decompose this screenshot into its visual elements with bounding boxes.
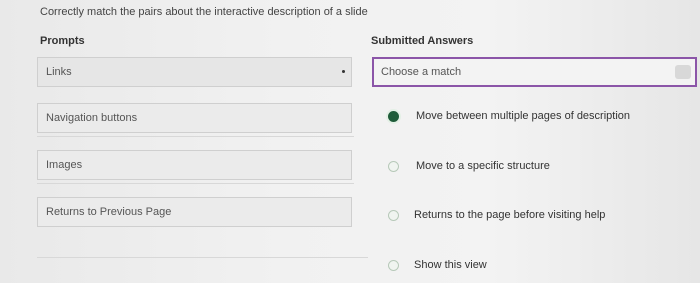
prompt-images[interactable]: Images [37, 150, 352, 180]
dropdown-indicator-icon [342, 70, 345, 73]
option-label: Move to a specific structure [416, 160, 550, 172]
prompt-links[interactable]: Links [37, 57, 352, 87]
radio-icon[interactable] [388, 160, 399, 172]
match-dropdown[interactable]: Choose a match [372, 57, 697, 87]
radio-selected-icon[interactable] [388, 110, 399, 122]
dropdown-placeholder: Choose a match [381, 66, 462, 78]
divider [37, 183, 354, 184]
question-text: Correctly match the pairs about the inte… [40, 6, 368, 18]
prompts-header: Prompts [40, 35, 85, 47]
option-show-this-view[interactable]: Show this view [388, 255, 487, 275]
divider [37, 136, 354, 137]
prompt-label: Returns to Previous Page [46, 206, 172, 218]
prompt-label: Navigation buttons [46, 112, 138, 124]
radio-icon[interactable] [388, 209, 399, 221]
option-label: Move between multiple pages of descripti… [416, 110, 631, 122]
submitted-answers-header: Submitted Answers [371, 35, 474, 47]
radio-icon[interactable] [388, 259, 399, 271]
hand-cursor-icon [675, 65, 691, 79]
option-label: Returns to the page before visiting help [414, 209, 606, 221]
divider [37, 257, 368, 258]
page: Correctly match the pairs about the inte… [0, 0, 700, 283]
option-move-to-structure[interactable]: Move to a specific structure [388, 156, 550, 176]
prompt-label: Images [46, 159, 83, 171]
prompt-navigation-buttons[interactable]: Navigation buttons [37, 103, 352, 133]
option-returns-before-help[interactable]: Returns to the page before visiting help [388, 205, 605, 225]
option-move-between-pages[interactable]: Move between multiple pages of descripti… [388, 106, 630, 126]
option-label: Show this view [414, 259, 487, 271]
prompt-label: Links [46, 66, 72, 78]
prompt-returns-to-previous-page[interactable]: Returns to Previous Page [37, 197, 352, 227]
